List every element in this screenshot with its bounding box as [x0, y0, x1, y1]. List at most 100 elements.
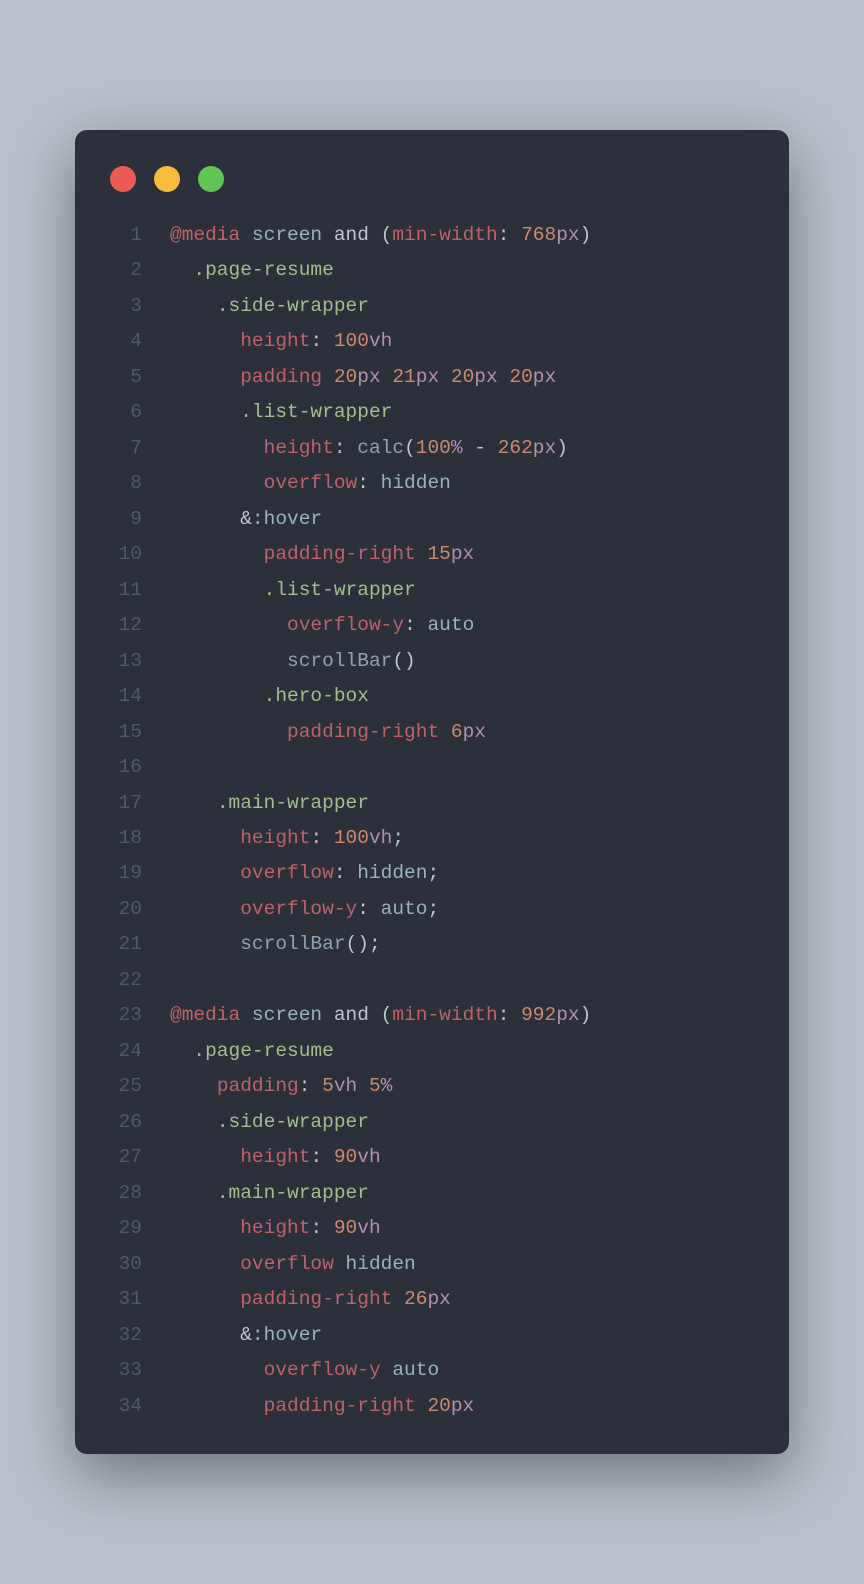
- token-kw: auto: [381, 898, 428, 920]
- token-txt: [322, 224, 334, 246]
- line-number: 19: [100, 856, 142, 891]
- code-line[interactable]: 4 height: 100vh: [100, 324, 764, 359]
- token-op: :: [334, 437, 357, 459]
- code-content: padding-right 20px: [142, 1389, 474, 1424]
- code-line[interactable]: 32 &:hover: [100, 1318, 764, 1353]
- token-prop: min-width: [392, 224, 497, 246]
- token-num: 100: [416, 437, 451, 459]
- code-line[interactable]: 26 .side-wrapper: [100, 1105, 764, 1140]
- line-number: 17: [100, 786, 142, 821]
- maximize-icon[interactable]: [198, 166, 224, 192]
- code-content: @media screen and (min-width: 992px): [142, 998, 591, 1033]
- code-line[interactable]: 20 overflow-y: auto;: [100, 892, 764, 927]
- token-sel: .side-wrapper: [217, 1111, 369, 1133]
- code-line[interactable]: 9 &:hover: [100, 502, 764, 537]
- code-content: padding-right 15px: [142, 537, 474, 572]
- code-line[interactable]: 12 overflow-y: auto: [100, 608, 764, 643]
- code-line[interactable]: 2 .page-resume: [100, 253, 764, 288]
- token-sel: .main-wrapper: [217, 792, 369, 814]
- token-unit: px: [474, 366, 497, 388]
- token-txt: [416, 1395, 428, 1417]
- editor-window: 1@media screen and (min-width: 768px)2 .…: [75, 130, 789, 1454]
- code-line[interactable]: 8 overflow: hidden: [100, 466, 764, 501]
- token-paren: ): [580, 224, 592, 246]
- code-line[interactable]: 27 height: 90vh: [100, 1140, 764, 1175]
- code-line[interactable]: 31 padding-right 26px: [100, 1282, 764, 1317]
- code-content: [142, 750, 170, 785]
- token-prop: overflow: [240, 862, 334, 884]
- code-content: overflow hidden: [142, 1247, 416, 1282]
- token-prop: padding: [217, 1075, 299, 1097]
- code-line[interactable]: 22: [100, 963, 764, 998]
- code-line[interactable]: 13 scrollBar(): [100, 644, 764, 679]
- code-line[interactable]: 23@media screen and (min-width: 992px): [100, 998, 764, 1033]
- code-line[interactable]: 33 overflow-y auto: [100, 1353, 764, 1388]
- code-line[interactable]: 28 .main-wrapper: [100, 1176, 764, 1211]
- code-line[interactable]: 19 overflow: hidden;: [100, 856, 764, 891]
- token-sel: .main-wrapper: [217, 1182, 369, 1204]
- token-op: -: [463, 437, 498, 459]
- token-prop: overflow-y: [287, 614, 404, 636]
- token-op: &: [240, 1324, 252, 1346]
- code-line[interactable]: 25 padding: 5vh 5%: [100, 1069, 764, 1104]
- line-number: 28: [100, 1176, 142, 1211]
- code-line[interactable]: 6 .list-wrapper: [100, 395, 764, 430]
- token-op: :: [334, 862, 357, 884]
- token-unit: px: [451, 543, 474, 565]
- code-line[interactable]: 29 height: 90vh: [100, 1211, 764, 1246]
- line-number: 12: [100, 608, 142, 643]
- code-line[interactable]: 21 scrollBar();: [100, 927, 764, 962]
- code-content: padding-right 6px: [142, 715, 486, 750]
- token-sel: .list-wrapper: [264, 579, 416, 601]
- code-content: &:hover: [142, 1318, 322, 1353]
- code-editor[interactable]: 1@media screen and (min-width: 768px)2 .…: [100, 218, 764, 1424]
- code-line[interactable]: 30 overflow hidden: [100, 1247, 764, 1282]
- code-line[interactable]: 3 .side-wrapper: [100, 289, 764, 324]
- code-line[interactable]: 11 .list-wrapper: [100, 573, 764, 608]
- line-number: 13: [100, 644, 142, 679]
- code-line[interactable]: 10 padding-right 15px: [100, 537, 764, 572]
- token-prop: height: [240, 330, 310, 352]
- code-line[interactable]: 1@media screen and (min-width: 768px): [100, 218, 764, 253]
- code-line[interactable]: 18 height: 100vh;: [100, 821, 764, 856]
- token-kw: :hover: [252, 1324, 322, 1346]
- code-line[interactable]: 14 .hero-box: [100, 679, 764, 714]
- code-content: .main-wrapper: [142, 1176, 369, 1211]
- minimize-icon[interactable]: [154, 166, 180, 192]
- code-content: height: 100vh;: [142, 821, 404, 856]
- line-number: 4: [100, 324, 142, 359]
- code-line[interactable]: 17 .main-wrapper: [100, 786, 764, 821]
- token-txt: [381, 1359, 393, 1381]
- line-number: 25: [100, 1069, 142, 1104]
- code-content: overflow: hidden;: [142, 856, 439, 891]
- token-txt: [498, 366, 510, 388]
- code-line[interactable]: 7 height: calc(100% - 262px): [100, 431, 764, 466]
- line-number: 9: [100, 502, 142, 537]
- line-number: 3: [100, 289, 142, 324]
- code-line[interactable]: 24 .page-resume: [100, 1034, 764, 1069]
- code-line[interactable]: 15 padding-right 6px: [100, 715, 764, 750]
- code-content: scrollBar();: [142, 927, 381, 962]
- code-content: .list-wrapper: [142, 573, 416, 608]
- code-line[interactable]: 5 padding 20px 21px 20px 20px: [100, 360, 764, 395]
- token-paren: (): [392, 650, 415, 672]
- code-line[interactable]: 34 padding-right 20px: [100, 1389, 764, 1424]
- code-line[interactable]: 16: [100, 750, 764, 785]
- token-unit: %: [451, 437, 463, 459]
- token-sel: .list-wrapper: [240, 401, 392, 423]
- close-icon[interactable]: [110, 166, 136, 192]
- token-paren: ): [580, 1004, 592, 1026]
- token-paren: ();: [346, 933, 381, 955]
- line-number: 8: [100, 466, 142, 501]
- token-op: :: [498, 224, 521, 246]
- code-content: overflow-y auto: [142, 1353, 439, 1388]
- line-number: 23: [100, 998, 142, 1033]
- code-content: .main-wrapper: [142, 786, 369, 821]
- token-prop: padding-right: [264, 543, 416, 565]
- token-kw: auto: [392, 1359, 439, 1381]
- code-content: height: 100vh: [142, 324, 392, 359]
- code-content: .list-wrapper: [142, 395, 392, 430]
- code-content: height: 90vh: [142, 1140, 381, 1175]
- code-content: padding-right 26px: [142, 1282, 451, 1317]
- token-op: :: [357, 472, 380, 494]
